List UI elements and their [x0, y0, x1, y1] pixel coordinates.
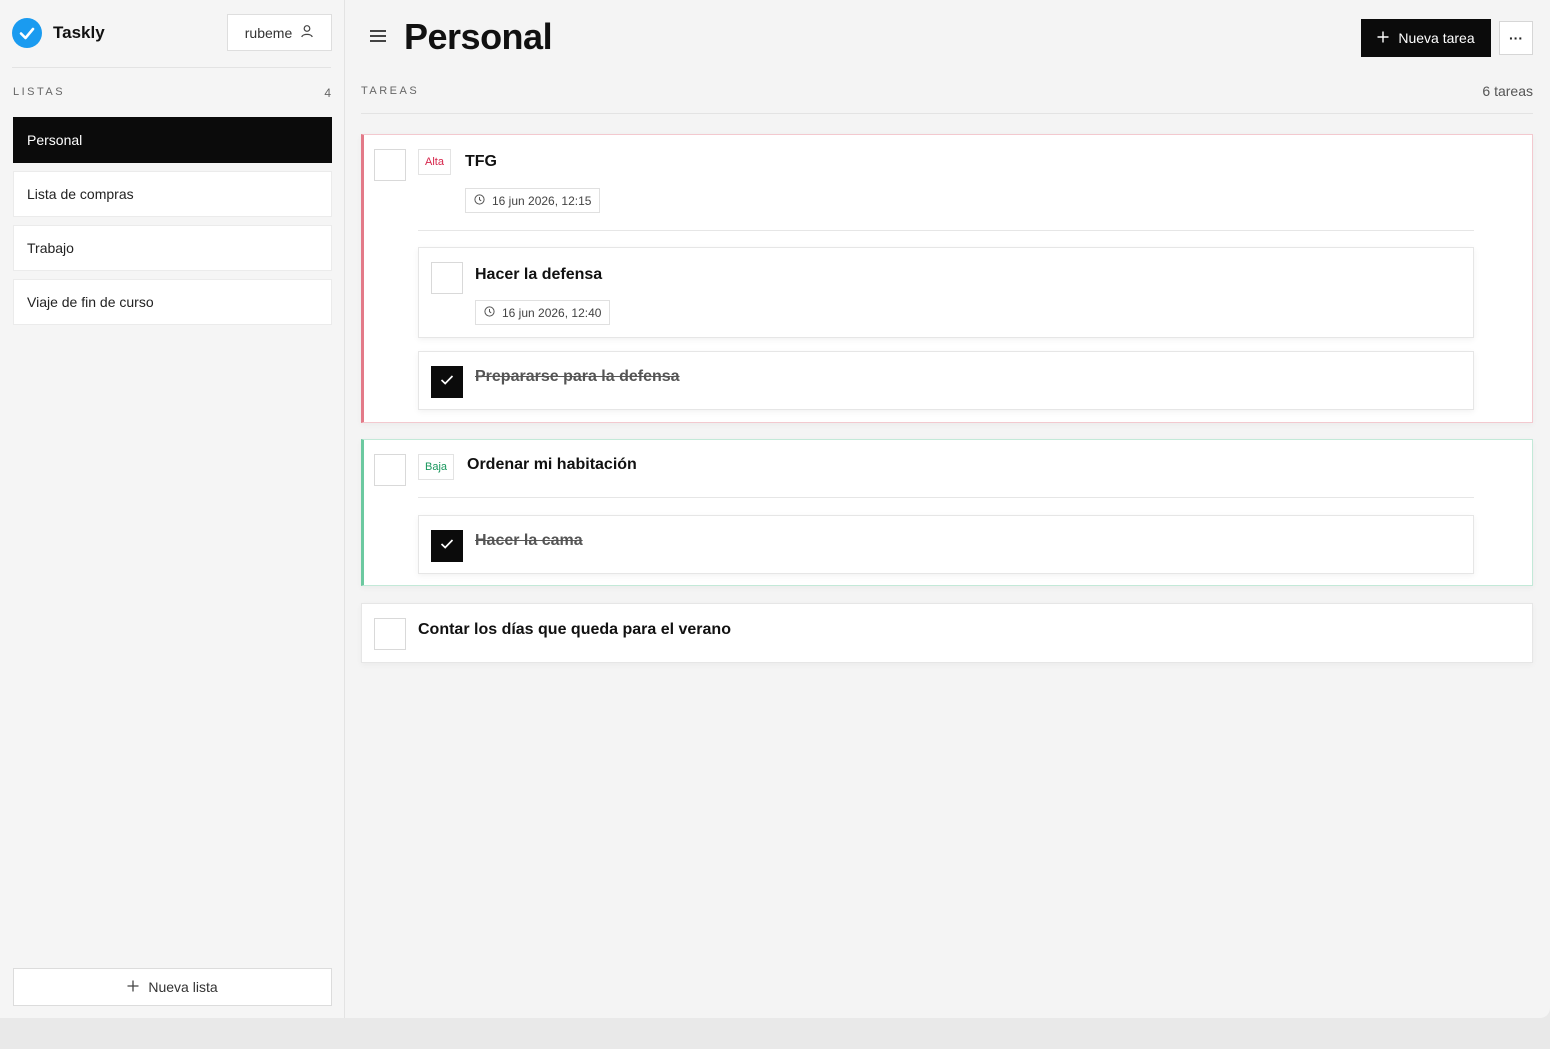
sidebar-item-label: Trabajo — [27, 240, 74, 256]
tasks-divider — [361, 113, 1533, 114]
new-list-label: Nueva lista — [148, 979, 218, 995]
clock-icon — [484, 305, 495, 320]
subtask-title[interactable]: Prepararse para la defensa — [475, 368, 680, 386]
plus-icon — [127, 979, 139, 995]
ellipsis-icon: ··· — [1509, 30, 1523, 46]
lists-count: 4 — [324, 86, 331, 100]
checkmark-icon — [440, 373, 454, 391]
main-panel: Personal Nueva tarea ··· TAREAS 6 tareas… — [345, 0, 1550, 1018]
due-date-badge: 16 jun 2026, 12:15 — [465, 188, 601, 213]
brand[interactable]: Taskly — [12, 18, 105, 48]
user-menu-button[interactable]: rubeme — [227, 14, 332, 51]
clock-icon — [474, 193, 485, 208]
check-logo-icon — [12, 18, 42, 48]
task-checkbox[interactable] — [374, 149, 406, 181]
subtask-checkbox-checked[interactable] — [431, 366, 463, 398]
new-task-button[interactable]: Nueva tarea — [1361, 19, 1491, 57]
sidebar-item-label: Personal — [27, 132, 83, 148]
new-list-button[interactable]: Nueva lista — [13, 968, 332, 1006]
sidebar-item-lista-de-compras[interactable]: Lista de compras — [13, 171, 332, 217]
lists-label: LISTAS — [13, 86, 66, 98]
hamburger-menu-icon[interactable] — [370, 30, 386, 44]
priority-badge: Baja — [418, 454, 455, 480]
sidebar-item-personal[interactable]: Personal — [13, 117, 332, 163]
tasks-section-label: TAREAS — [361, 85, 420, 97]
task-card: Baja Ordenar mi habitación Hacer la cama — [361, 439, 1533, 586]
sidebar: Taskly rubeme LISTAS 4 Personal Lista de… — [0, 0, 345, 1018]
sidebar-item-label: Lista de compras — [27, 186, 134, 202]
due-date-text: 16 jun 2026, 12:15 — [492, 193, 592, 208]
subtask-title[interactable]: Hacer la defensa — [475, 266, 602, 284]
sidebar-divider — [12, 67, 331, 68]
more-options-button[interactable]: ··· — [1499, 21, 1533, 55]
task-card: Contar los días que queda para el verano — [361, 603, 1533, 663]
sidebar-item-trabajo[interactable]: Trabajo — [13, 225, 332, 271]
subtask-card: Prepararse para la defensa — [418, 351, 1474, 410]
task-title[interactable]: Contar los días que queda para el verano — [418, 621, 731, 639]
subtasks-divider — [418, 497, 1474, 498]
lists-header: LISTAS 4 — [13, 86, 331, 100]
new-task-label: Nueva tarea — [1398, 30, 1475, 46]
subtask-title[interactable]: Hacer la cama — [475, 532, 583, 550]
plus-icon — [1377, 30, 1389, 46]
sidebar-item-label: Viaje de fin de curso — [27, 294, 154, 310]
task-title[interactable]: TFG — [465, 153, 497, 171]
app-name: Taskly — [53, 23, 105, 42]
priority-badge: Alta — [418, 149, 451, 175]
subtasks-divider — [418, 230, 1474, 231]
user-icon — [300, 24, 314, 41]
task-checkbox[interactable] — [374, 454, 406, 486]
sidebar-item-viaje-de-fin-de-curso[interactable]: Viaje de fin de curso — [13, 279, 332, 325]
app-window: Taskly rubeme LISTAS 4 Personal Lista de… — [0, 0, 1550, 1018]
page-title: Personal — [404, 16, 553, 57]
subtask-checkbox[interactable] — [431, 262, 463, 294]
due-date-badge: 16 jun 2026, 12:40 — [475, 300, 611, 325]
subtask-checkbox-checked[interactable] — [431, 530, 463, 562]
subtask-card: Hacer la cama — [418, 515, 1474, 574]
subtask-card: Hacer la defensa 16 jun 2026, 12:40 — [418, 247, 1474, 338]
task-checkbox[interactable] — [374, 618, 406, 650]
task-card: Alta TFG 16 jun 2026, 12:15 Hacer la def… — [361, 134, 1533, 423]
list-items: Personal Lista de compras Trabajo Viaje … — [13, 117, 332, 333]
checkmark-icon — [440, 537, 454, 555]
username: rubeme — [244, 24, 293, 41]
tasks-count: 6 tareas — [1482, 83, 1533, 99]
task-title[interactable]: Ordenar mi habitación — [467, 456, 637, 474]
due-date-text: 16 jun 2026, 12:40 — [502, 305, 602, 320]
